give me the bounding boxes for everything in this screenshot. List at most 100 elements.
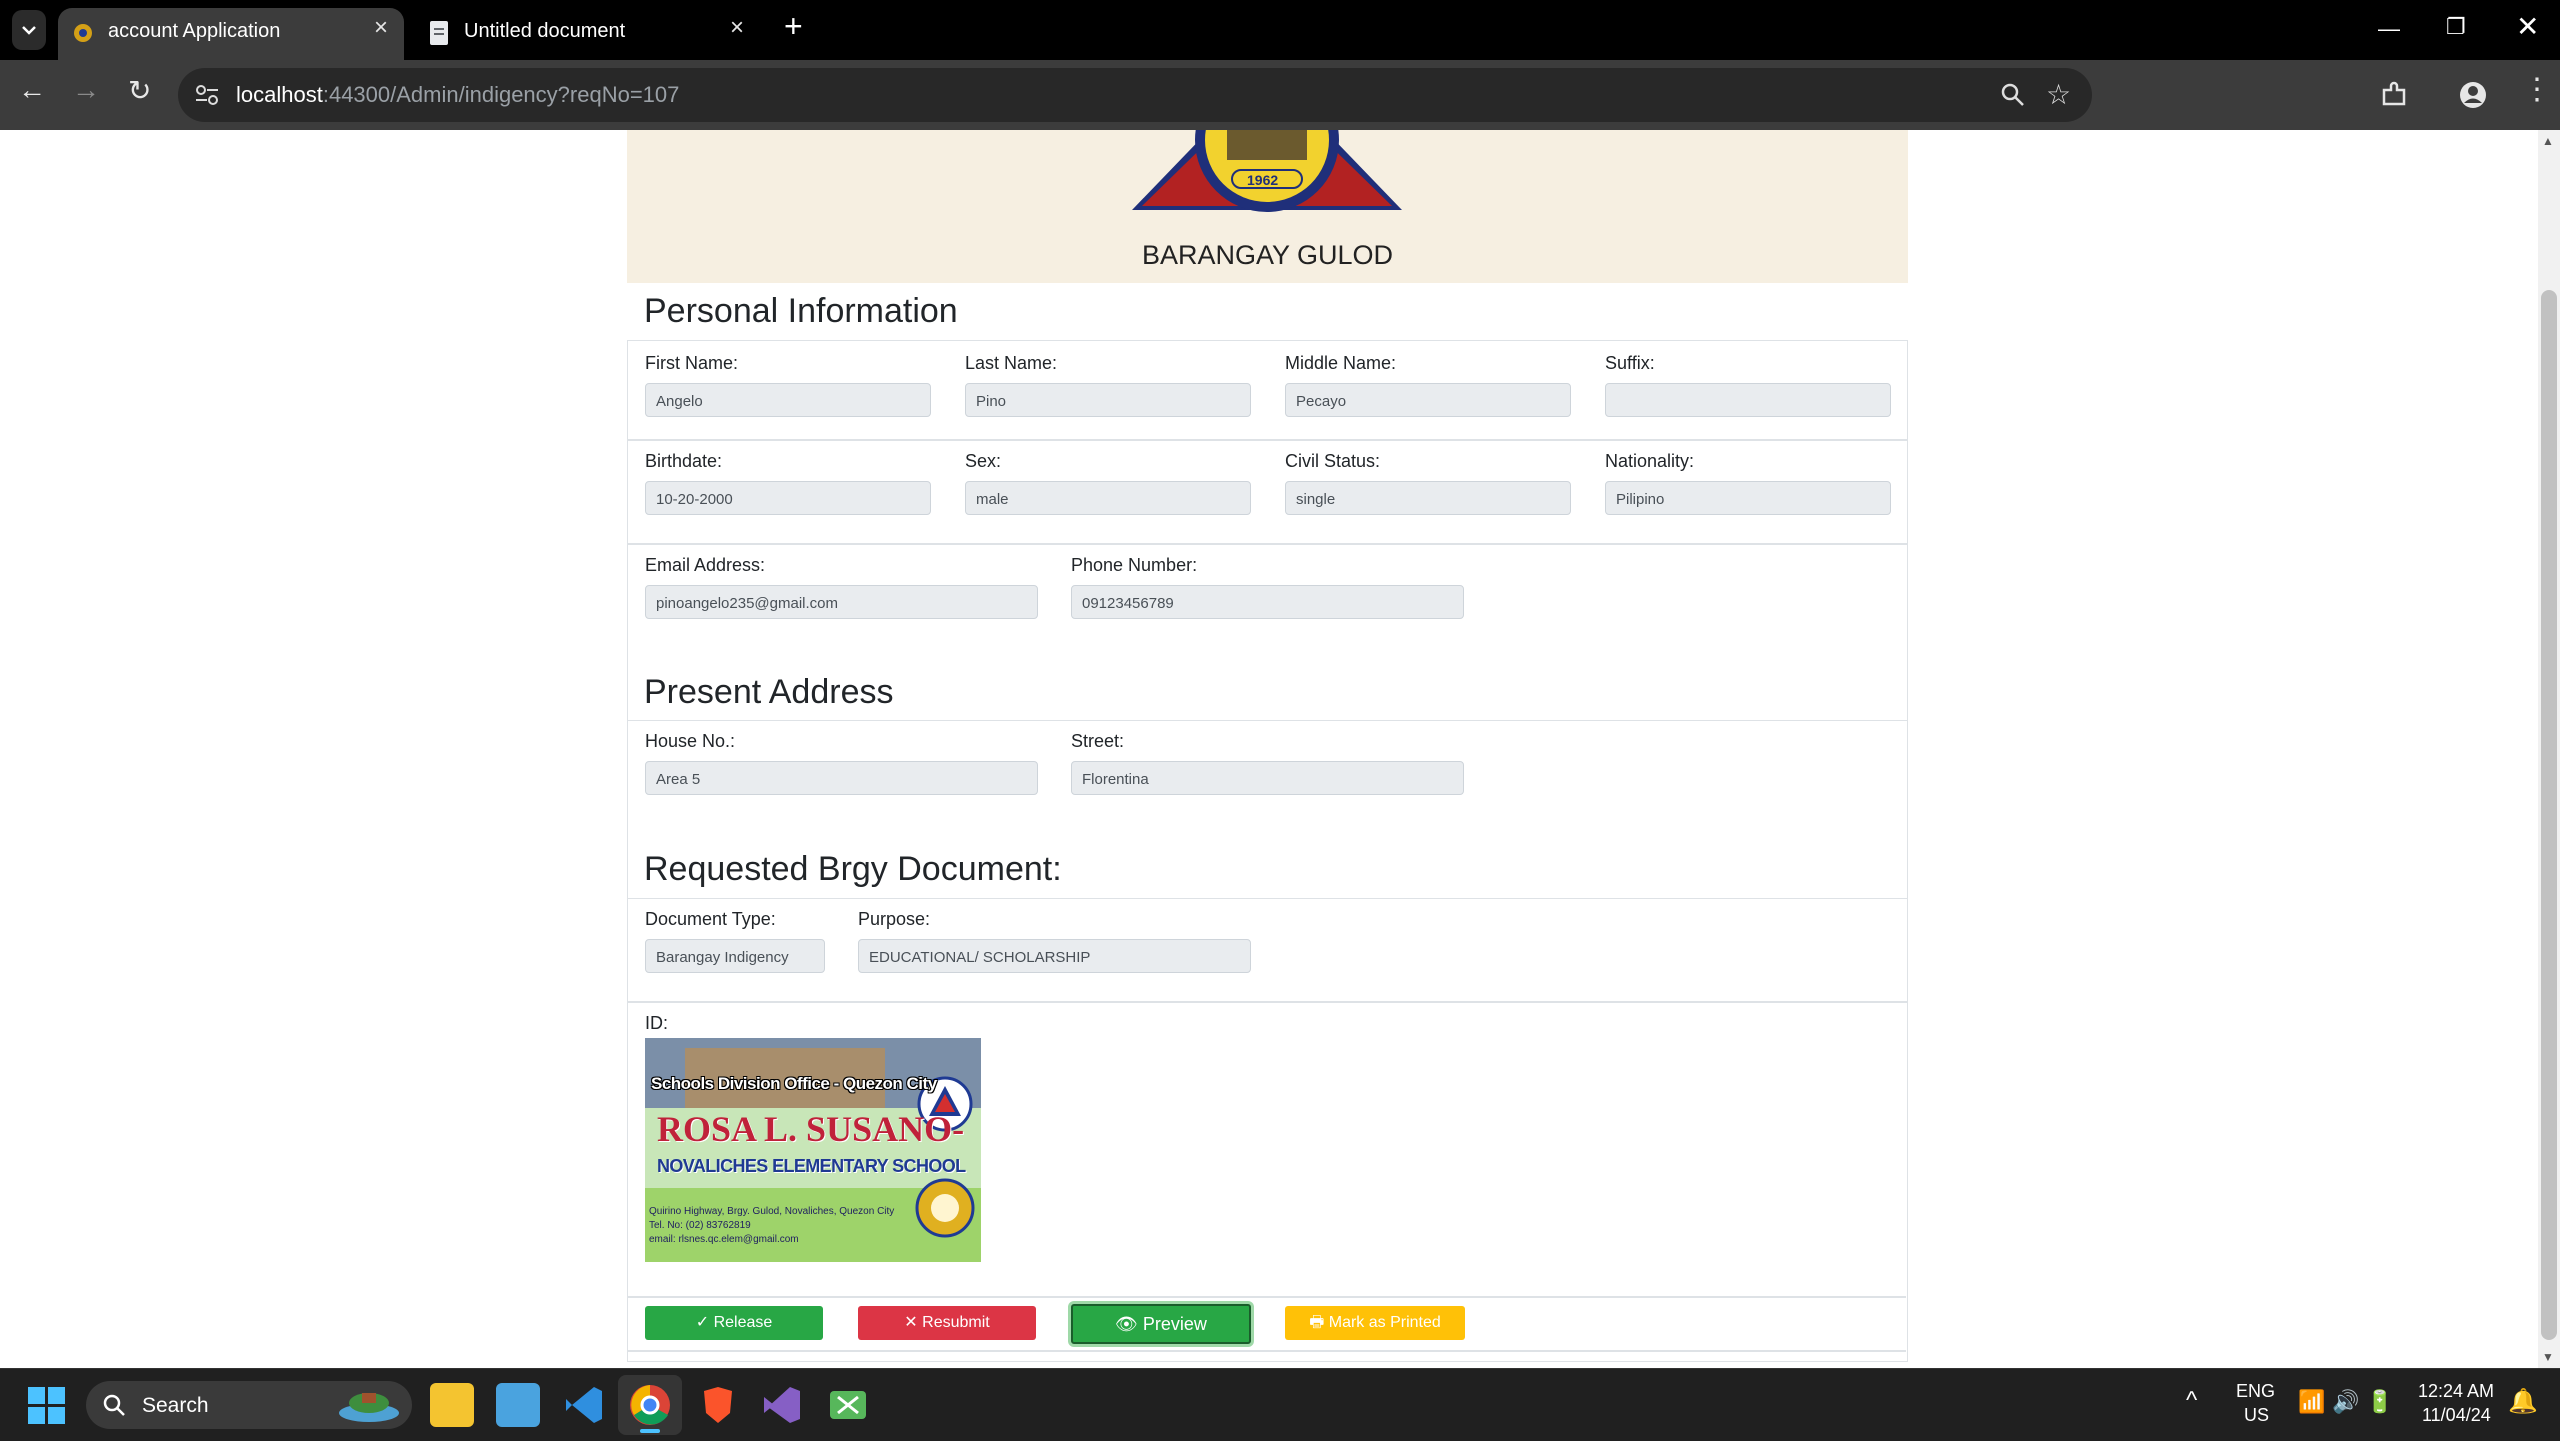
seal-year: 1962 [1247,172,1279,188]
sex-label: Sex: [965,451,1002,471]
language-line-1[interactable]: ENG [2236,1381,2275,1402]
notifications-bell-icon[interactable]: 🔔 [2508,1387,2538,1416]
release-label: Release [713,1314,773,1331]
barangay-name: BARANGAY GULOD [1141,240,1394,270]
browser-tab-strip: account Application × Untitled document … [0,0,2560,60]
address-bar[interactable]: localhost:44300/Admin/indigency?reqNo=10… [178,68,2092,122]
tab-untitled-document[interactable]: Untitled document × [414,8,760,60]
street-label: Street: [1071,731,1125,751]
scroll-up-icon[interactable]: ▲ [2542,134,2554,148]
snipping-tool-icon[interactable] [826,1383,870,1427]
first-name-field[interactable]: Angelo [645,383,931,417]
chrome-icon [630,1385,670,1425]
taskbar-search-box[interactable]: Search [86,1381,412,1429]
row-divider [628,543,1907,545]
page-content: 1962 BARANGAY GULOD Personal Information… [0,130,2560,1368]
civil-status-field[interactable]: single [1285,481,1571,515]
id-line-2: ROSA L. SUSANO- [657,1109,965,1149]
forward-icon[interactable]: → [72,74,100,106]
house-no-field[interactable]: Area 5 [645,761,1038,795]
phone-field[interactable]: 09123456789 [1071,585,1464,619]
nationality-field[interactable]: Pilipino [1605,481,1891,515]
id-line-1: Schools Division Office - Quezon City [651,1074,937,1093]
tab-search-button[interactable] [12,10,46,50]
row-divider [628,1001,1907,1003]
last-name-field[interactable]: Pino [965,383,1251,417]
reload-icon[interactable]: ↻ [128,74,151,107]
printer-icon: 🖶 [1309,1314,1329,1331]
mark-as-printed-button[interactable]: 🖶 Mark as Printed [1285,1306,1465,1340]
search-placeholder: Search [142,1394,209,1417]
scroll-down-icon[interactable]: ▼ [2542,1350,2554,1364]
bookmark-star-icon[interactable]: ☆ [2046,78,2071,111]
nationality-label: Nationality: [1605,451,1695,471]
windows-taskbar: Search ^ ENG US 📶 🔊 🔋 12:24 AM 11/04/24 … [0,1368,2560,1441]
file-explorer-icon[interactable] [430,1383,474,1427]
preview-button[interactable]: 👁 Preview [1071,1304,1251,1344]
birthdate-field[interactable]: 10-20-2000 [645,481,931,515]
scrollbar-thumb[interactable] [2541,290,2557,1340]
document-favicon-icon [430,21,448,45]
zoom-icon[interactable] [2000,82,2026,108]
street-field[interactable]: Florentina [1071,761,1464,795]
requested-document-card: Document Type: Barangay Indigency Purpos… [627,898,1908,1362]
windows-start-icon[interactable] [28,1387,66,1425]
email-field[interactable]: pinoangelo235@gmail.com [645,585,1038,619]
check-icon: ✓ [695,1314,714,1331]
active-indicator [640,1429,660,1433]
id-line-5: Tel. No: (02) 83762819 [649,1220,751,1231]
vscode-icon[interactable] [562,1383,606,1427]
eye-icon: 👁 [1115,1314,1143,1334]
more-options-icon[interactable]: ⋮ [2522,72,2552,107]
language-line-2[interactable]: US [2244,1405,2269,1426]
browser-toolbar: ← → ↻ localhost:44300/Admin/indigency?re… [0,60,2560,130]
new-tab-icon[interactable]: + [784,8,803,45]
purpose-label: Purpose: [858,909,931,929]
site-settings-icon[interactable] [194,83,220,107]
close-window-icon[interactable]: ✕ [2516,10,2539,43]
birthdate-label: Birthdate: [645,451,723,471]
id-label: ID: [645,1013,669,1033]
profile-icon[interactable] [2458,80,2488,110]
minimize-icon[interactable]: — [2378,16,2400,42]
close-tab-icon[interactable]: × [730,14,744,42]
preview-label: Preview [1142,1314,1207,1334]
visual-studio-icon[interactable] [760,1383,804,1427]
suffix-label: Suffix: [1605,353,1655,373]
brave-icon[interactable] [696,1383,740,1427]
middle-name-field[interactable]: Pecayo [1285,383,1571,417]
section-title-address: Present Address [644,673,894,711]
url-text[interactable]: localhost:44300/Admin/indigency?reqNo=10… [236,82,679,108]
release-button[interactable]: ✓ Release [645,1306,823,1340]
chrome-taskbar-button[interactable] [618,1375,682,1435]
document-type-field[interactable]: Barangay Indigency [645,939,825,973]
mark-as-printed-label: Mark as Printed [1328,1314,1441,1331]
tab-title: Untitled document [464,20,626,42]
back-icon[interactable]: ← [18,74,46,106]
show-hidden-icons-icon[interactable]: ^ [2186,1387,2197,1415]
purpose-field[interactable]: EDUCATIONAL/ SCHOLARSHIP [858,939,1251,973]
id-image[interactable]: Schools Division Office - Quezon City RO… [645,1038,981,1262]
restore-icon[interactable]: ❐ [2446,14,2466,40]
email-label: Email Address: [645,555,766,575]
section-title-document: Requested Brgy Document: [644,850,1062,888]
x-icon: ✕ [904,1314,923,1331]
search-icon [103,1394,125,1416]
close-tab-icon[interactable]: × [374,14,388,42]
clock-time[interactable]: 12:24 AM [2418,1381,2494,1402]
notepad-icon[interactable] [496,1383,540,1427]
id-line-3: NOVALICHES ELEMENTARY SCHOOL [657,1156,966,1176]
phone-label: Phone Number: [1071,555,1198,575]
clock-date[interactable]: 11/04/24 [2422,1405,2491,1426]
wifi-icon[interactable]: 📶 [2298,1389,2325,1415]
tab-account-application[interactable]: account Application × [58,8,404,60]
volume-icon[interactable]: 🔊 [2332,1389,2359,1415]
tab-title: account Application [108,20,281,42]
resubmit-button[interactable]: ✕ Resubmit [858,1306,1036,1340]
row-divider [628,439,1907,441]
battery-icon[interactable]: 🔋 [2366,1389,2393,1415]
sex-field[interactable]: male [965,481,1251,515]
extensions-icon[interactable] [2380,80,2410,110]
suffix-field[interactable] [1605,383,1891,417]
barangay-favicon-icon [74,24,92,42]
